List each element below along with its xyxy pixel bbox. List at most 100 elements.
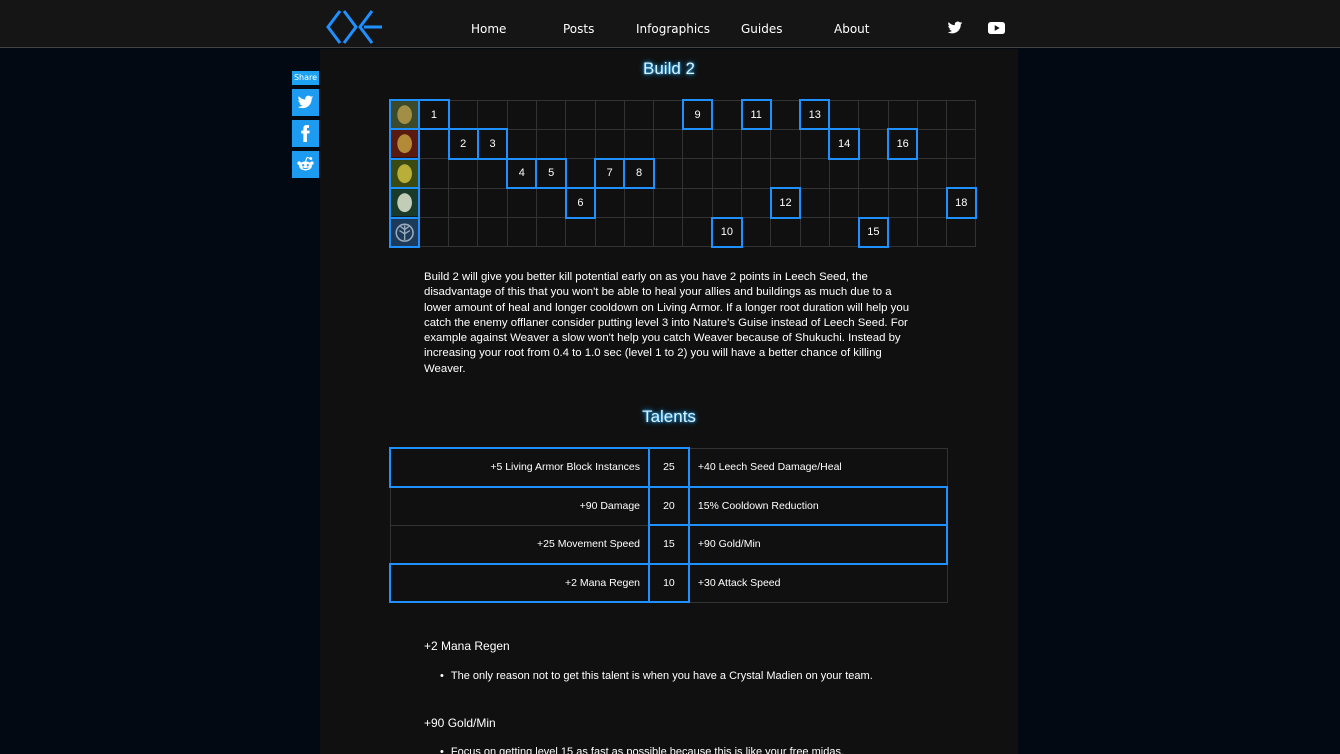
skill-level-cell: 10	[711, 216, 743, 248]
nav-infographics[interactable]: Infographics	[636, 22, 710, 36]
top-navbar: Home Posts Infographics Guides About	[0, 0, 1340, 48]
skill-level-cell	[828, 158, 860, 189]
talent-tree-table: +5 Living Armor Block Instances 25 +40 L…	[388, 447, 949, 603]
note-title: +2 Mana Regen	[424, 639, 510, 653]
talent-tree-icon	[391, 218, 419, 246]
note-title: +90 Gold/Min	[424, 716, 496, 730]
skill-level-cell	[682, 158, 713, 189]
site-logo[interactable]	[326, 9, 386, 45]
skill-level-cell	[741, 128, 772, 160]
talent-right: +90 Gold/Min	[687, 524, 949, 565]
skill-level-cell: 5	[535, 157, 567, 190]
skill-level-cell	[711, 99, 743, 130]
skill-level-cell	[858, 99, 889, 130]
skill-level-cell: 14	[828, 128, 860, 160]
talent-left: +90 Damage	[389, 486, 650, 526]
skill-level-cell	[653, 158, 684, 189]
skill-level-cell	[887, 99, 918, 130]
skill-level-cell: 3	[476, 128, 509, 160]
skill-level-cell	[799, 158, 830, 189]
skill-level-cell	[682, 128, 713, 160]
skill-level-cell	[535, 217, 567, 248]
skill-level-cell: 13	[799, 98, 831, 131]
share-twitter-button[interactable]	[292, 89, 319, 116]
nav-posts[interactable]: Posts	[563, 22, 594, 36]
youtube-icon[interactable]	[988, 21, 1005, 35]
skill-level-cell	[770, 128, 801, 160]
talent-right: +40 Leech Seed Damage/Heal	[688, 447, 948, 487]
skill-level-cell	[946, 158, 977, 189]
skill-level-cell	[770, 99, 801, 130]
talent-row-15: +25 Movement Speed 15 +90 Gold/Min	[389, 524, 949, 565]
skill-level-cell	[770, 158, 801, 189]
note-bullet: Focus on getting level 15 as fast as pos…	[440, 746, 844, 754]
note-bullet: The only reason not to get this talent i…	[440, 670, 873, 682]
skill-level-cell	[623, 217, 655, 248]
skill-level-cell	[682, 187, 713, 219]
skill-level-cell: 4	[506, 157, 538, 190]
skill-level-cell	[799, 217, 830, 248]
skill-level-cell	[477, 99, 508, 130]
skill-level-cell	[799, 187, 830, 219]
talent-row-20: +90 Damage 20 15% Cooldown Reduction	[389, 485, 949, 526]
skill-level-cell	[623, 99, 655, 130]
skill-level-cell	[682, 217, 713, 248]
skill-level-cell	[448, 99, 479, 130]
skill-level-cell: 15	[857, 216, 890, 248]
skill-level-cell: 7	[594, 157, 626, 190]
share-reddit-button[interactable]	[292, 151, 319, 178]
talent-left: +5 Living Armor Block Instances	[388, 447, 651, 488]
share-label: Share	[292, 71, 319, 85]
nav-home[interactable]: Home	[471, 22, 506, 36]
build-title: Build 2	[643, 59, 695, 78]
skill-level-cell	[565, 128, 596, 160]
skill-level-cell	[594, 99, 625, 130]
facebook-icon	[301, 125, 310, 142]
share-facebook-button[interactable]	[292, 120, 319, 147]
skill-level-cell	[418, 187, 450, 219]
skill-level-cell	[506, 99, 537, 130]
skill-level-cell	[506, 128, 537, 160]
skill-level-cell	[653, 128, 684, 160]
skill-level-cell	[535, 99, 567, 130]
skill-icon	[391, 101, 419, 129]
skill-level-cell: 6	[564, 187, 597, 219]
skill-level-cell: 1	[418, 98, 450, 131]
skill-level-cell	[477, 158, 508, 189]
skill-level-cell	[887, 187, 918, 219]
skill-level-cell	[418, 158, 450, 189]
talent-left: +2 Mana Regen	[388, 562, 651, 603]
skill-level-cell	[418, 128, 450, 160]
skill-level-cell: 18	[945, 187, 977, 219]
skill-level-cell: 11	[740, 98, 772, 131]
build-description: Build 2 will give you better kill potent…	[424, 271, 910, 375]
share-bar: Share	[292, 71, 319, 178]
skill-level-cell	[770, 217, 801, 248]
talent-row-10: +2 Mana Regen 10 +30 Attack Speed	[388, 562, 948, 603]
nav-about[interactable]: About	[834, 22, 869, 36]
skill-icon-cell	[388, 187, 421, 219]
skill-level-cell	[418, 217, 450, 248]
talent-level: 20	[648, 485, 690, 526]
skill-level-cell	[448, 158, 479, 189]
skill-level-cell: 9	[681, 98, 714, 131]
skill-icon	[391, 189, 419, 217]
skill-level-cell	[623, 187, 655, 219]
skill-level-cell	[506, 217, 537, 248]
skill-level-cell	[653, 187, 684, 219]
skill-level-cell	[448, 217, 479, 248]
talent-right: +30 Attack Speed	[688, 563, 948, 603]
skill-level-cell	[741, 158, 772, 189]
skill-icon-cell	[388, 157, 421, 190]
skill-level-cell	[916, 128, 948, 160]
skill-level-cell	[448, 187, 479, 219]
twitter-icon[interactable]	[947, 21, 963, 35]
skill-level-cell	[535, 187, 567, 219]
skill-icon	[391, 159, 419, 188]
nav-guides[interactable]: Guides	[741, 22, 783, 36]
reddit-icon	[297, 156, 314, 171]
skill-level-cell: 12	[769, 187, 802, 219]
skill-level-cell: 8	[623, 157, 655, 190]
skill-level-cell	[887, 158, 918, 189]
talent-row-25: +5 Living Armor Block Instances 25 +40 L…	[388, 447, 948, 488]
